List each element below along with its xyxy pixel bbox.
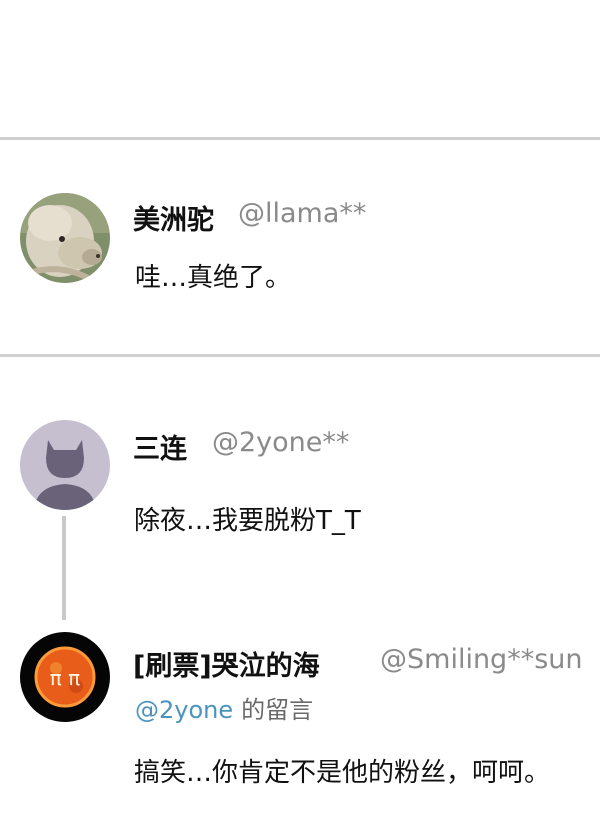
alpaca-icon [20, 193, 110, 283]
svg-text:π π: π π [50, 666, 80, 690]
comment-author-handle[interactable]: @2yone** [212, 427, 349, 458]
user-avatar[interactable] [20, 193, 110, 283]
comment-author-handle[interactable]: @llama** [238, 198, 366, 229]
comment-author-name[interactable]: 美洲驼 [133, 198, 214, 237]
crying-sun-icon: π π [20, 632, 110, 722]
comment-author-name[interactable]: 三连 [133, 427, 187, 466]
user-avatar[interactable] [20, 420, 110, 510]
reply-to-line: @2yone 的留言 [135, 690, 313, 725]
comment-author-name[interactable]: [刷票]哭泣的海 [133, 644, 320, 683]
comment-text: 哇…真绝了。 [135, 263, 292, 293]
section-divider-top [0, 137, 600, 140]
default-user-icon [20, 420, 110, 510]
comment-text: 除夜…我要脱粉T_T [134, 506, 361, 536]
user-avatar[interactable]: π π [20, 632, 110, 722]
section-divider-middle [0, 354, 600, 357]
reply-target-link[interactable]: @2yone [135, 696, 233, 724]
reply-to-label: 的留言 [241, 696, 314, 724]
thread-connector-line [62, 516, 66, 620]
comment-text: 搞笑…你肯定不是他的粉丝，呵呵。 [134, 758, 551, 788]
comment-author-handle[interactable]: @Smiling**sun [380, 644, 583, 675]
